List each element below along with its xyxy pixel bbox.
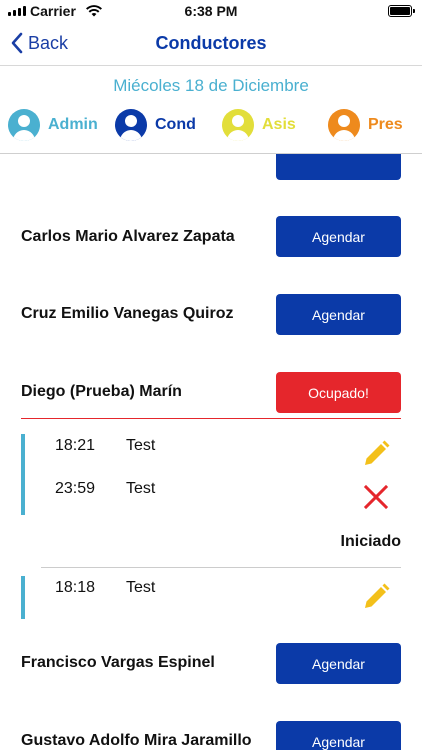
task-time: 18:21 — [55, 437, 96, 454]
page-title: Conductores — [155, 33, 267, 53]
user-icon — [8, 109, 40, 141]
schedule-button[interactable] — [276, 154, 401, 180]
role-filter-cond[interactable]: Cond — [115, 109, 196, 141]
schedule-button[interactable]: Agendar — [276, 294, 401, 335]
task-name: Test — [126, 480, 156, 497]
navigation-bar: Back Conductores — [0, 22, 422, 66]
task-group-indicator — [21, 434, 25, 515]
status-bar: Carrier 6:38 PM — [0, 0, 422, 22]
task-time: 18:18 — [55, 579, 96, 596]
pencil-icon[interactable] — [361, 582, 391, 612]
drivers-list[interactable]: Carlos Mario Alvarez Zapata Agendar Cruz… — [0, 154, 422, 750]
user-icon — [328, 109, 360, 141]
role-filter-admin[interactable]: Admin — [8, 109, 98, 141]
task-group-indicator — [21, 576, 25, 619]
busy-button[interactable]: Ocupado! — [276, 372, 401, 413]
busy-divider — [21, 418, 401, 419]
task-name: Test — [126, 437, 156, 454]
task-status: Iniciado — [340, 533, 401, 550]
user-icon — [222, 109, 254, 141]
user-icon — [115, 109, 147, 141]
task-time: 23:59 — [55, 480, 96, 497]
role-label: Admin — [48, 116, 98, 133]
role-label: Asis — [262, 116, 296, 133]
date-label: Miécoles 18 de Diciembre — [113, 76, 309, 95]
driver-name: Carlos Mario Alvarez Zapata — [21, 228, 235, 245]
schedule-button[interactable]: Agendar — [276, 643, 401, 684]
role-label: Pres — [368, 116, 403, 133]
driver-name: Gustavo Adolfo Mira Jaramillo — [21, 732, 252, 749]
divider — [41, 567, 401, 568]
role-filter-bar: Admin Cond Asis Pres — [0, 109, 422, 145]
schedule-button[interactable]: Agendar — [276, 216, 401, 257]
battery-icon — [388, 5, 415, 17]
close-icon[interactable] — [361, 482, 391, 512]
role-filter-pres[interactable]: Pres — [328, 109, 403, 141]
driver-name: Cruz Emilio Vanegas Quiroz — [21, 305, 234, 322]
schedule-button[interactable]: Agendar — [276, 721, 401, 750]
driver-name: Francisco Vargas Espinel — [21, 654, 215, 671]
clock: 6:38 PM — [184, 3, 238, 19]
driver-name: Diego (Prueba) Marín — [21, 383, 182, 400]
role-filter-asis[interactable]: Asis — [222, 109, 296, 141]
pencil-icon[interactable] — [361, 439, 391, 469]
role-label: Cond — [155, 116, 196, 133]
task-name: Test — [126, 579, 156, 596]
